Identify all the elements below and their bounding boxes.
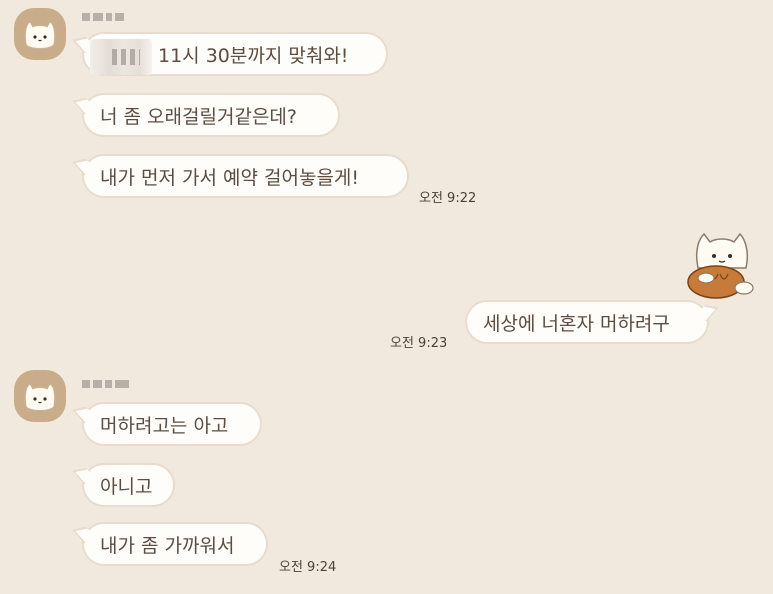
- avatar[interactable]: [14, 370, 66, 422]
- message-timestamp: 오전 9:23: [390, 336, 448, 351]
- message-bubble[interactable]: 아니고: [82, 463, 175, 507]
- message-timestamp: 오전 9:22: [419, 191, 477, 206]
- message-text: 내가 좀 가까워서: [100, 535, 235, 557]
- message-text: 아니고: [100, 476, 153, 498]
- message-text: 세상에 너혼자 머하려구: [483, 313, 670, 335]
- message-bubble[interactable]: 내가 먼저 가서 예약 걸어놓을게!: [82, 154, 409, 198]
- blurred-mention: [90, 38, 152, 75]
- sender-name-blurred: [82, 6, 127, 21]
- message-text: 내가 먼저 가서 예약 걸어놓을게!: [100, 167, 360, 189]
- message-bubble[interactable]: 너 좀 오래걸릴거같은데?: [82, 93, 340, 137]
- message-bubble-mine[interactable]: 세상에 너혼자 머하려구: [465, 300, 709, 344]
- cat-face-icon: [24, 383, 56, 411]
- cat-with-bread-sticker[interactable]: [686, 226, 758, 306]
- avatar[interactable]: [14, 8, 66, 60]
- message-bubble[interactable]: 내가 좀 가까워서: [82, 522, 268, 566]
- message-timestamp: 오전 9:24: [279, 560, 337, 575]
- message-bubble[interactable]: 11시 30분까지 맞춰와!: [82, 32, 388, 76]
- sender-name-blurred: [82, 373, 132, 388]
- message-text: 너 좀 오래걸릴거같은데?: [100, 106, 297, 128]
- cat-face-icon: [24, 21, 56, 49]
- message-text: 머하려고는 아고: [100, 415, 229, 437]
- message-text: 11시 30분까지 맞춰와!: [158, 45, 349, 67]
- message-bubble[interactable]: 머하려고는 아고: [82, 402, 262, 446]
